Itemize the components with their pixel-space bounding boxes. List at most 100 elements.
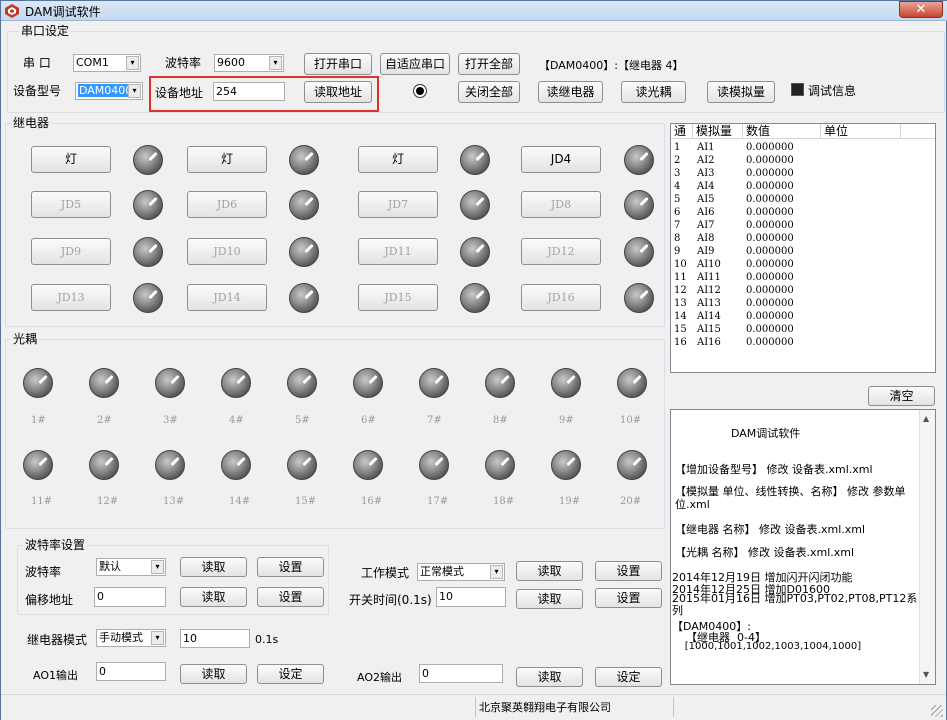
work-mode-set-button[interactable]: 设置 [595,561,662,581]
debug-memo[interactable]: DAM调试软件 【增加设备型号】 修改 设备表.xml.xml 【模拟量 单位、… [670,409,936,685]
switch-time-read-button[interactable]: 读取 [516,589,583,609]
memo-title: DAM调试软件 [731,427,801,440]
port-select[interactable]: COM1 ▾ [73,54,141,72]
table-row[interactable]: 14 AI14 0.000000 [671,310,901,323]
clear-button[interactable]: 清空 [868,386,935,406]
baud-select[interactable]: 9600 ▾ [214,54,284,72]
optical-indicator-icon [221,450,251,480]
optical-indicator-icon [89,368,119,398]
ao1-read-button[interactable]: 读取 [180,664,247,684]
read-relay-button[interactable]: 读继电器 [538,81,603,103]
relay-button[interactable]: JD10 [187,238,267,265]
close-all-button[interactable]: 关闭全部 [458,81,520,103]
model-select[interactable]: DAM0400 ▾ [75,82,143,100]
table-row[interactable]: 15 AI15 0.000000 [671,323,901,336]
optical-label: 16# [361,496,383,507]
relay-button[interactable]: 灯 [358,146,438,173]
relay-button[interactable]: 灯 [31,146,111,173]
table-row[interactable]: 11 AI11 0.000000 [671,271,901,284]
chevron-down-icon[interactable]: ▾ [126,56,139,70]
baudset-baud-select[interactable]: 默认 ▾ [96,558,166,576]
table-header-channel[interactable]: 通 [671,124,693,139]
offset-set-button[interactable]: 设置 [257,587,324,607]
relay-button[interactable]: JD9 [31,238,111,265]
ao2-input[interactable]: 0 [419,664,503,683]
read-optical-button[interactable]: 读光耦 [621,81,686,103]
relay-button[interactable]: JD5 [31,191,111,218]
relay-button[interactable]: JD11 [358,238,438,265]
table-row[interactable]: 2 AI2 0.000000 [671,154,901,167]
relay-indicator-icon [133,237,163,267]
ao1-confirm-button[interactable]: 设定 [257,664,324,684]
chevron-down-icon[interactable]: ▾ [151,560,164,574]
table-row[interactable]: 12 AI12 0.000000 [671,284,901,297]
chevron-down-icon[interactable]: ▾ [269,56,282,70]
chevron-down-icon[interactable]: ▾ [128,84,141,98]
memo-scrollbar[interactable]: ▲ ▼ [919,410,935,684]
ao2-read-button[interactable]: 读取 [516,667,583,687]
read-address-button[interactable]: 读取地址 [304,81,372,103]
read-analog-button[interactable]: 读模拟量 [707,81,775,103]
relay-time-input[interactable]: 10 [180,629,250,648]
table-row[interactable]: 13 AI13 0.000000 [671,297,901,310]
table-row[interactable]: 1 AI1 0.000000 [671,141,901,154]
optical-label: 3# [163,415,178,426]
table-row[interactable]: 5 AI5 0.000000 [671,193,901,206]
table-row[interactable]: 10 AI10 0.000000 [671,258,901,271]
relay-button[interactable]: JD16 [521,284,601,311]
scroll-down-icon[interactable]: ▼ [923,670,929,679]
relay-button[interactable]: 灯 [187,146,267,173]
baud-read-button[interactable]: 读取 [180,557,247,577]
table-header-analog[interactable]: 模拟量 [693,124,743,139]
optical-label: 1# [31,415,46,426]
relay-button[interactable]: JD4 [521,146,601,173]
scroll-up-icon[interactable]: ▲ [923,414,929,423]
table-cell: 8 [674,233,681,244]
address-input[interactable]: 254 [213,82,285,101]
relay-button[interactable]: JD7 [358,191,438,218]
table-cell: 12 [674,285,687,296]
debug-checkbox[interactable] [791,83,804,96]
table-row[interactable]: 6 AI6 0.000000 [671,206,901,219]
table-header-unit[interactable]: 单位 [821,124,901,139]
offset-input[interactable]: 0 [94,587,166,607]
baudset-group-label: 波特率设置 [23,538,88,552]
table-cell: AI13 [697,298,721,309]
offset-read-button[interactable]: 读取 [180,587,247,607]
switch-time-input[interactable]: 10 [436,587,506,607]
open-port-button[interactable]: 打开串口 [304,53,372,75]
switch-time-set-button[interactable]: 设置 [595,588,662,608]
auto-port-button[interactable]: 自适应串口 [380,53,450,75]
relay-mode-select[interactable]: 手动模式 ▾ [96,629,166,647]
table-row[interactable]: 3 AI3 0.000000 [671,167,901,180]
relay-button[interactable]: JD13 [31,284,111,311]
table-cell: 0.000000 [746,272,794,283]
relay-button[interactable]: JD15 [358,284,438,311]
table-header-value[interactable]: 数值 [743,124,821,139]
chevron-down-icon[interactable]: ▾ [151,631,164,645]
relay-button[interactable]: JD8 [521,191,601,218]
table-cell: 0.000000 [746,285,794,296]
chevron-down-icon[interactable]: ▾ [490,565,503,579]
table-row[interactable]: 7 AI7 0.000000 [671,219,901,232]
status-divider [475,697,476,717]
open-all-button[interactable]: 打开全部 [458,53,520,75]
relay-button[interactable]: JD6 [187,191,267,218]
baud-set-button[interactable]: 设置 [257,557,324,577]
optical-label: 2# [97,415,112,426]
ao2-confirm-button[interactable]: 设定 [595,667,662,687]
ao1-input[interactable]: 0 [96,662,166,681]
work-mode-select[interactable]: 正常模式 ▾ [417,563,505,581]
resize-grip-icon[interactable] [931,705,943,717]
table-row[interactable]: 4 AI4 0.000000 [671,180,901,193]
table-row[interactable]: 8 AI8 0.000000 [671,232,901,245]
company-name: 北京聚英翱翔电子有限公司 [479,701,611,714]
relay-button[interactable]: JD12 [521,238,601,265]
table-row[interactable]: 16 AI16 0.000000 [671,336,901,349]
relay-button[interactable]: JD14 [187,284,267,311]
analog-table[interactable]: 通 模拟量 数值 单位 1 AI1 0.000000 2 AI2 0.000000 3 AI3… [670,123,936,373]
close-button[interactable]: ✕ [899,1,943,18]
status-indicator-radio[interactable] [413,84,427,98]
table-row[interactable]: 9 AI9 0.000000 [671,245,901,258]
work-mode-read-button[interactable]: 读取 [516,561,583,581]
